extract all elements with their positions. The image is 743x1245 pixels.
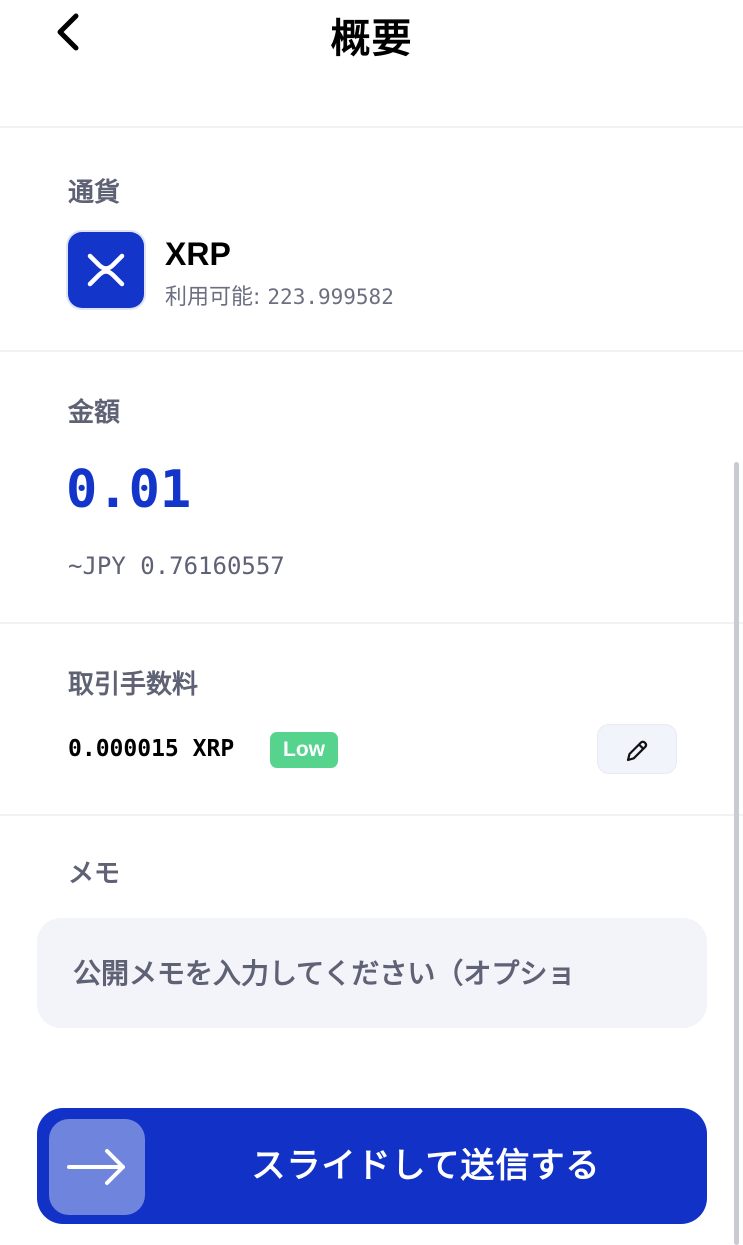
- fee-section: 取引手数料 0.000015 XRP Low: [0, 624, 743, 816]
- fee-value: 0.000015 XRP: [68, 736, 235, 762]
- amount-value: 0.01: [66, 460, 192, 520]
- currency-label: 通貨: [68, 178, 121, 208]
- slide-to-send-track[interactable]: スライドして送信する: [37, 1108, 707, 1224]
- available-balance-value: 223.999582: [267, 285, 394, 309]
- available-balance: 利用可能: 223.999582: [165, 279, 394, 311]
- top-bar: 概要: [0, 0, 743, 128]
- fee-level-badge: Low: [270, 732, 338, 768]
- available-balance-prefix: 利用可能:: [165, 285, 268, 310]
- fee-label: 取引手数料: [68, 670, 199, 700]
- slide-handle[interactable]: [49, 1119, 145, 1215]
- scrollbar[interactable]: [734, 462, 739, 1245]
- pencil-icon: [626, 740, 648, 762]
- xrp-logo-icon: [68, 232, 144, 308]
- amount-fiat-equivalent: ~JPY 0.76160557: [68, 552, 285, 580]
- edit-fee-button[interactable]: [597, 724, 677, 774]
- currency-section: 通貨 XRP 利用可能: 223.999582: [0, 128, 743, 352]
- coin-name: XRP: [165, 236, 231, 272]
- amount-section: 金額 0.01 ~JPY 0.76160557: [0, 352, 743, 624]
- arrow-right-icon: [67, 1149, 125, 1185]
- slide-to-send-label: スライドして送信する: [251, 1146, 601, 1186]
- memo-input[interactable]: [37, 918, 707, 1028]
- amount-label: 金額: [68, 398, 121, 428]
- page-title: 概要: [330, 16, 413, 62]
- memo-label: メモ: [68, 859, 121, 889]
